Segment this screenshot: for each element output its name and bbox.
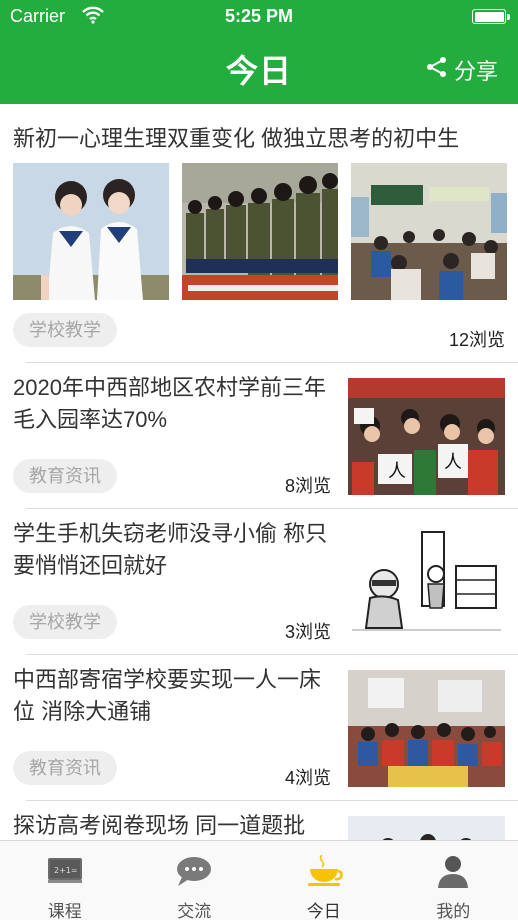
news-item-featured[interactable]: 新初一心理生理双重变化 做独立思考的初中生 学校教学 12浏览 (0, 104, 518, 362)
clock: 5:25 PM (224, 6, 294, 26)
news-item[interactable]: 探访高考阅卷现场 同一道题批 (0, 802, 518, 840)
nav-bar: 今日 分享 (0, 34, 518, 104)
share-button[interactable]: 分享 (426, 54, 498, 86)
svg-text:人: 人 (388, 461, 406, 482)
tab-profile[interactable]: 我的 (389, 841, 518, 920)
user-profile-icon (433, 853, 473, 889)
tab-label: 课程 (47, 902, 82, 920)
share-label: 分享 (453, 59, 498, 84)
svg-text:人: 人 (444, 452, 462, 473)
tab-courses[interactable]: 2+1= 课程 (0, 841, 130, 920)
news-feed[interactable]: 新初一心理生理双重变化 做独立思考的初中生 学校教学 12浏览 2020年中西部… (0, 104, 518, 840)
students-military-training-photo (182, 163, 338, 300)
chat-bubble-icon (174, 853, 214, 889)
dormitory-classroom-photo (348, 670, 505, 787)
category-tag[interactable]: 教育资讯 (13, 751, 117, 785)
view-count: 4浏览 (285, 768, 332, 788)
news-item[interactable]: 中西部寄宿学校要实现一人一床位 消除大通铺 教育资讯 4浏览 (0, 656, 518, 802)
blackboard-icon: 2+1= (45, 853, 85, 889)
category-tag[interactable]: 学校教学 (13, 605, 117, 639)
students-sky-photo (13, 163, 169, 300)
news-item[interactable]: 学生手机失窃老师没寻小偷 称只要悄悄还回就好 学校教学 3浏览 (0, 510, 518, 656)
exam-grading-photo (348, 816, 505, 840)
cartoon-illustration (348, 524, 505, 641)
news-title: 新初一心理生理双重变化 做独立思考的初中生 (13, 126, 460, 151)
children-holding-cards-photo: 人 人 (348, 378, 505, 495)
svg-text:2+1=: 2+1= (54, 866, 78, 875)
news-item[interactable]: 2020年中西部地区农村学前三年毛入园率达70% 教育资讯 8浏览 人 人 (0, 364, 518, 510)
status-bar: Carrier 5:25 PM (0, 0, 518, 34)
share-icon (426, 56, 448, 84)
divider (26, 800, 518, 801)
divider (26, 362, 518, 363)
view-count: 3浏览 (285, 622, 332, 642)
tab-discussion[interactable]: 交流 (130, 841, 260, 920)
news-title: 2020年中西部地区农村学前三年毛入园率达70% (13, 375, 326, 432)
category-tag[interactable]: 学校教学 (13, 313, 117, 347)
category-tag[interactable]: 教育资讯 (13, 459, 117, 493)
news-title: 中西部寄宿学校要实现一人一床位 消除大通铺 (13, 667, 322, 724)
tab-bar: 2+1= 课程 交流 今日 我的 (0, 840, 518, 920)
divider (26, 654, 518, 655)
news-title: 探访高考阅卷现场 同一道题批 (13, 813, 306, 838)
view-count: 12浏览 (448, 330, 505, 350)
divider (26, 508, 518, 509)
coffee-cup-icon (304, 853, 344, 889)
news-title: 学生手机失窃老师没寻小偷 称只要悄悄还回就好 (13, 521, 328, 578)
classroom-photo (351, 163, 507, 300)
view-count: 8浏览 (285, 476, 332, 496)
tab-today[interactable]: 今日 (259, 841, 389, 920)
tab-label: 交流 (177, 902, 212, 920)
battery-icon (472, 9, 510, 24)
tab-label: 我的 (436, 902, 471, 920)
tab-label: 今日 (306, 902, 341, 920)
